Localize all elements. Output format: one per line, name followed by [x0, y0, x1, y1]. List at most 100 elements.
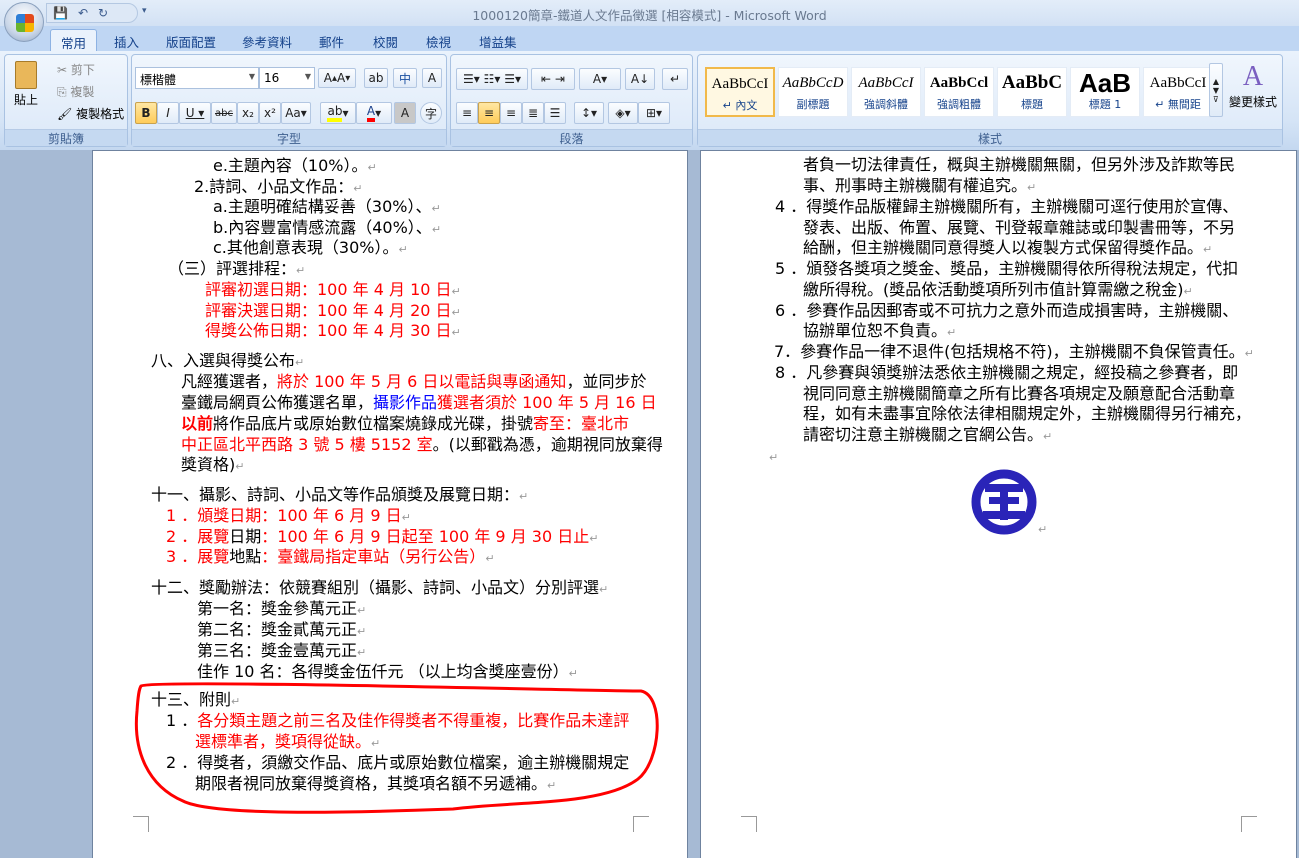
document-line[interactable]: 凡經獲選者，將於 100 年 5 月 6 日以電話與專函通知，並同步於: [181, 372, 646, 392]
document-line[interactable]: 給酬，但主辦機關同意得獎人以複製方式保留得獎作品。↵: [803, 238, 1212, 260]
document-line[interactable]: 獎資格)↵: [181, 455, 244, 477]
document-line[interactable]: 評審決選日期：100 年 4 月 20 日↵: [205, 301, 461, 323]
document-line[interactable]: 十三、附則↵: [151, 690, 240, 712]
line-spacing-icon[interactable]: ↕▾: [574, 102, 604, 124]
underline-button[interactable]: U ▾: [179, 102, 211, 124]
style-item[interactable]: AaBbCcD 副標題: [778, 67, 848, 117]
style-item[interactable]: AaB 標題 1: [1070, 67, 1140, 117]
grow-shrink-font-button[interactable]: A ▴ A ▾: [318, 68, 356, 88]
document-line[interactable]: 第三名：獎金壹萬元正↵: [197, 641, 366, 663]
shading-icon[interactable]: ◈▾: [608, 102, 638, 124]
distributed-icon[interactable]: ☰: [544, 102, 566, 124]
style-item[interactable]: AaBbCcI 強調斜體: [851, 67, 921, 117]
copy-button[interactable]: ⎘ 複製: [57, 83, 94, 100]
document-line[interactable]: （三）評選排程：↵: [168, 259, 305, 281]
style-item[interactable]: AaBbCcI ↵ 內文: [705, 67, 775, 117]
document-line[interactable]: 程，如有未盡事宜除依法律相關規定外，主辦機關得另行補充，: [803, 404, 1251, 424]
tab-view[interactable]: 檢視: [416, 29, 461, 51]
tab-page-layout[interactable]: 版面配置: [156, 29, 226, 51]
document-area[interactable]: e.主題內容（10%）。↵ 2.詩詞、小品文作品：↵ a.主題明確結構妥善（30%）…: [0, 150, 1299, 858]
document-line[interactable]: 7．參賽作品一律不退件(包括規格不符)，主辦機關不負保管責任。↵: [774, 342, 1254, 364]
bold-button[interactable]: B: [135, 102, 157, 124]
font-color-button[interactable]: A ▾: [356, 102, 392, 124]
document-line[interactable]: 得獎公佈日期：100 年 4 月 30 日↵: [205, 321, 461, 343]
redo-icon[interactable]: ↻: [98, 6, 108, 20]
save-icon[interactable]: 💾: [53, 6, 68, 20]
document-line[interactable]: 1 ．頒獎日期：100 年 6 月 9 日↵: [166, 506, 411, 528]
tab-home[interactable]: 常用: [50, 29, 98, 51]
document-line[interactable]: e.主題內容（10%）。↵: [213, 156, 377, 178]
font-name-select[interactable]: 標楷體 ▼: [135, 67, 259, 89]
document-line[interactable]: 2.詩詞、小品文作品：↵: [194, 177, 363, 199]
tab-mailings[interactable]: 郵件: [309, 29, 354, 51]
font-size-select[interactable]: 16 ▼: [259, 67, 315, 89]
document-line[interactable]: 期限者視同放棄得獎資格，其獎項名額不另遞補。↵: [195, 774, 556, 796]
paste-button[interactable]: 貼上: [11, 61, 41, 108]
borders-icon[interactable]: ⊞▾: [638, 102, 670, 124]
highlight-button[interactable]: ab ▾: [320, 102, 356, 124]
customize-qat-icon[interactable]: ▾: [142, 6, 147, 16]
document-line[interactable]: a.主題明確結構妥善（30%）、↵: [213, 197, 441, 219]
document-line[interactable]: 中正區北平西路 3 號 5 樓 5152 室。(以郵戳為憑，逾期視同放棄得: [181, 435, 663, 455]
document-line[interactable]: 3 ．展覽地點：臺鐵局指定車站（另行公告）↵: [166, 547, 495, 569]
style-item[interactable]: AaBbC 標題: [997, 67, 1067, 117]
document-line[interactable]: b.內容豐富情感流露（40%）、↵: [213, 218, 441, 240]
document-line[interactable]: 2 ．得獎者，須繳交作品、底片或原始數位檔案，逾主辦機關規定: [166, 753, 629, 773]
document-line[interactable]: 2 ．展覽日期：100 年 6 月 9 日起至 100 年 9 月 30 日止↵: [166, 527, 598, 549]
page-left[interactable]: e.主題內容（10%）。↵ 2.詩詞、小品文作品：↵ a.主題明確結構妥善（30%）…: [92, 150, 688, 858]
sort-icon[interactable]: A↓: [625, 68, 655, 90]
tab-review[interactable]: 校閱: [363, 29, 408, 51]
office-button[interactable]: [4, 2, 44, 42]
document-line[interactable]: 請密切注意主辦機關之官網公告。↵: [803, 425, 1052, 447]
superscript-button[interactable]: x²: [259, 102, 281, 124]
tab-insert[interactable]: 插入: [104, 29, 149, 51]
change-case-button[interactable]: Aa▾: [281, 102, 311, 124]
document-line[interactable]: 臺鐵局網頁公佈獲選名單，攝影作品獲選者須於 100 年 5 月 16 日: [181, 393, 657, 413]
clear-formatting-icon[interactable]: ab: [364, 68, 388, 88]
strikethrough-button[interactable]: abc: [211, 102, 237, 124]
justify-icon[interactable]: ≣: [522, 102, 544, 124]
character-shading-icon[interactable]: A: [394, 102, 416, 124]
change-styles-button[interactable]: A 變更樣式: [1225, 61, 1281, 110]
document-line[interactable]: 十二、獎勵辦法：依競賽組別（攝影、詩詞、小品文）分別評選↵: [151, 578, 608, 600]
page-right[interactable]: ↵ ↵ 者負一切法律責任，概與主辦機關無關，但另外涉及詐欺等民 事、刑事時主辦機關…: [700, 150, 1297, 858]
format-painter-button[interactable]: 🖌 複製格式: [57, 105, 124, 122]
document-line[interactable]: 5 ．頒發各獎項之獎金、獎品，主辦機關得依所得稅法規定，代扣: [775, 259, 1238, 279]
styles-scroll[interactable]: ▲ ▼ ⊽: [1209, 63, 1223, 117]
document-line[interactable]: 發表、出版、佈置、展覽、刊登報章雜誌或印製書冊等，不另: [803, 218, 1235, 238]
align-left-icon[interactable]: ≡: [456, 102, 478, 124]
enclose-characters-icon[interactable]: 字: [420, 102, 442, 124]
document-line[interactable]: 視同同意主辦機關簡章之所有比賽各項規定及願意配合活動章: [803, 384, 1235, 404]
character-border-icon[interactable]: A: [422, 68, 442, 88]
document-line[interactable]: c.其他創意表現（30%）。↵: [213, 238, 408, 260]
style-item[interactable]: AaBbCcl 強調粗體: [924, 67, 994, 117]
italic-button[interactable]: I: [157, 102, 179, 124]
document-line[interactable]: 佳作 10 名：各得獎金伍仟元 （以上均含獎座壹份）↵: [197, 662, 578, 684]
document-line[interactable]: 4 ．得獎作品版權歸主辦機關所有，主辦機關可逕行使用於宣傳、: [775, 197, 1238, 217]
tab-addins[interactable]: 增益集: [469, 29, 527, 51]
show-marks-icon[interactable]: ↵: [662, 68, 688, 90]
text-direction-icon[interactable]: A▾: [579, 68, 621, 90]
list-buttons[interactable]: ☰▾ ☷▾ ☰▾: [456, 68, 528, 90]
document-line[interactable]: 繳所得稅。(獎品依活動獎項所列市值計算需繳之稅金)↵: [803, 280, 1193, 302]
document-line[interactable]: 協辦單位恕不負責。↵: [803, 321, 956, 343]
align-center-icon[interactable]: ≡: [478, 102, 500, 124]
undo-icon[interactable]: ↶: [78, 6, 88, 20]
subscript-button[interactable]: x₂: [237, 102, 259, 124]
document-line[interactable]: 8 ．凡參賽與領獎辦法悉依主辦機關之規定，經投稿之參賽者，即: [775, 363, 1238, 383]
phonetic-guide-icon[interactable]: 中: [393, 68, 417, 88]
document-line[interactable]: 選標準者，獎項得從缺。↵: [195, 732, 380, 754]
indent-buttons[interactable]: ⇤ ⇥: [531, 68, 575, 90]
document-line[interactable]: 第一名：獎金參萬元正↵: [197, 599, 366, 621]
document-line[interactable]: 者負一切法律責任，概與主辦機關無關，但另外涉及詐欺等民: [803, 155, 1235, 175]
document-line[interactable]: 6 ．參賽作品因郵寄或不可抗力之意外而造成損害時，主辦機關、: [775, 301, 1238, 321]
document-line[interactable]: 評審初選日期：100 年 4 月 10 日↵: [205, 280, 461, 302]
cut-button[interactable]: ✂ 剪下: [57, 61, 95, 78]
document-line[interactable]: 1 ．各分類主題之前三名及佳作得獎者不得重複，比賽作品未達評: [166, 711, 629, 731]
document-line[interactable]: 八、入選與得獎公布↵: [151, 351, 304, 373]
document-line[interactable]: 以前將作品底片或原始數位檔案燒錄成光碟，掛號寄至：臺北市: [181, 414, 629, 434]
document-line[interactable]: 十一、攝影、詩詞、小品文等作品頒獎及展覽日期：↵: [151, 485, 528, 507]
align-right-icon[interactable]: ≡: [500, 102, 522, 124]
document-line[interactable]: 事、刑事時主辦機關有權追究。↵: [803, 176, 1036, 198]
document-line[interactable]: 第二名：獎金貳萬元正↵: [197, 620, 366, 642]
